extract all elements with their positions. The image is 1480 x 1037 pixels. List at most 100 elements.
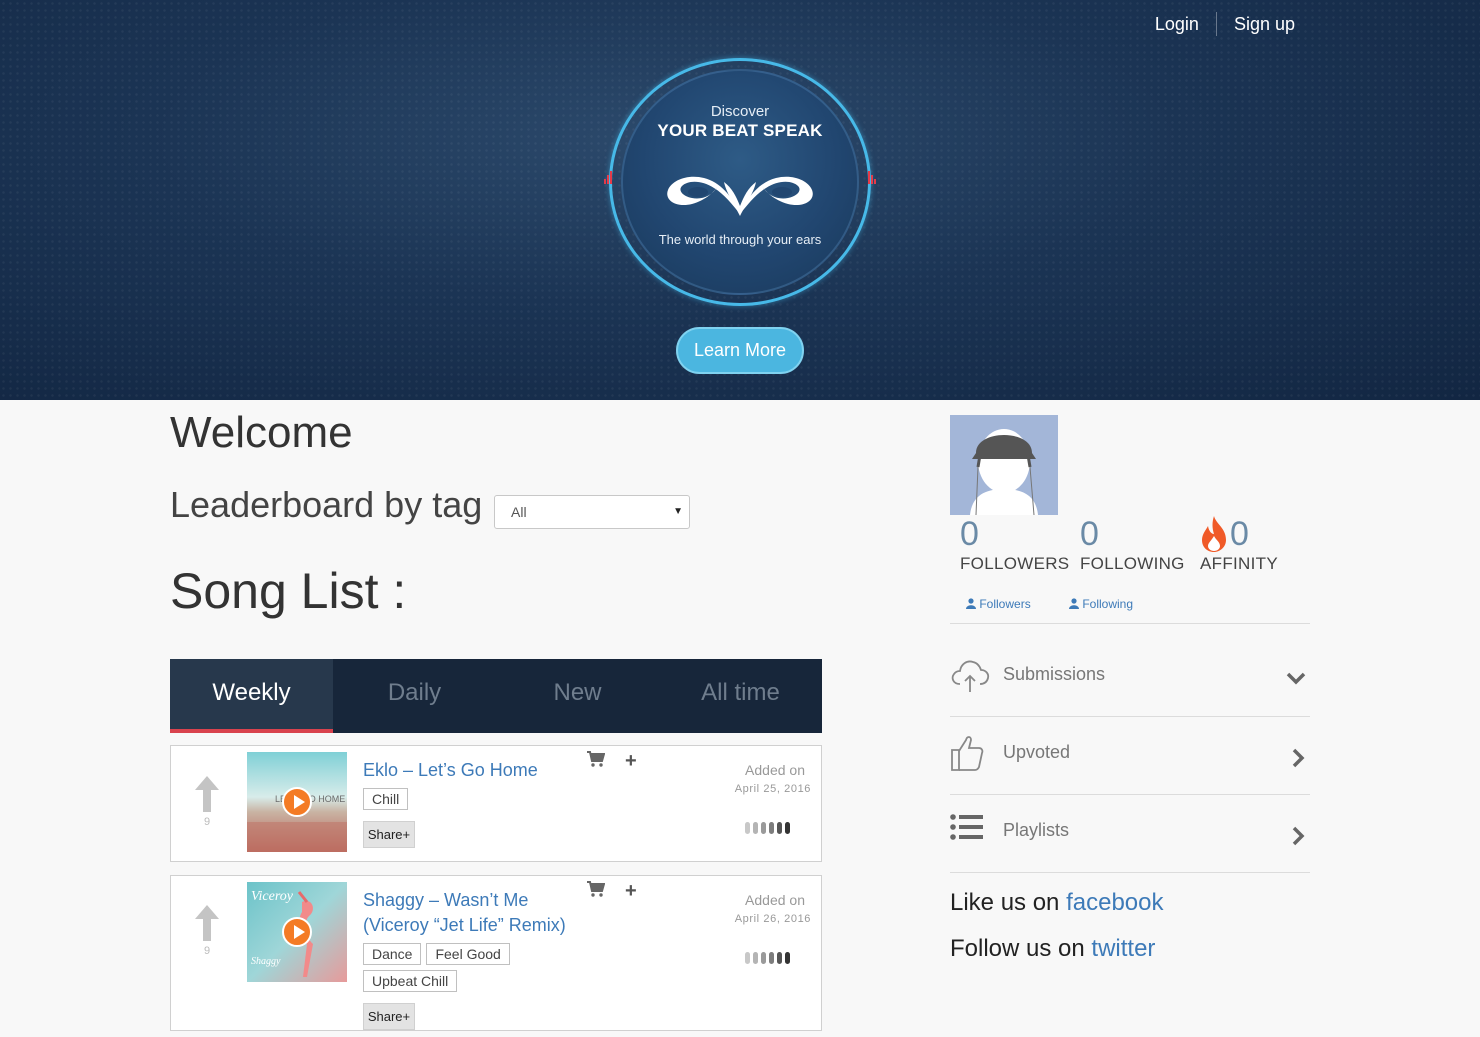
rating-indicator [745, 822, 790, 834]
stat-followers: 0 FOLLOWERS [960, 514, 1069, 574]
following-link[interactable]: Following [1069, 597, 1133, 611]
song-tabs: Weekly Daily New All time [170, 659, 822, 733]
add-to-playlist-icon[interactable]: + [625, 881, 637, 901]
song-title[interactable]: Shaggy – Wasn’t Me (Viceroy “Jet Life” R… [363, 888, 566, 938]
sound-bars-left-icon [604, 170, 614, 184]
list-icon [950, 814, 983, 840]
share-button[interactable]: Share+ [363, 1003, 415, 1030]
affinity-count: 0 [1230, 515, 1249, 553]
song-list-heading: Song List : [170, 563, 407, 619]
chevron-down-icon [1286, 672, 1306, 685]
vote-count: 9 [203, 945, 211, 957]
song-title-line1: Shaggy – Wasn’t Me [363, 890, 529, 910]
hero-banner: Login Sign up Discover YOUR BEAT SPEAK T… [0, 0, 1480, 400]
twitter-line: Follow us on twitter [950, 935, 1155, 963]
upvote-arrow-icon[interactable] [195, 776, 219, 812]
song-card: 9 LET'S GO HOME Eklo – Let’s Go Home Chi… [170, 745, 822, 862]
sound-bars-right-icon [868, 170, 878, 184]
tag-chip[interactable]: Feel Good [426, 943, 510, 965]
followers-count: 0 [960, 515, 979, 553]
badge-brand: YOUR BEAT SPEAK [657, 121, 823, 140]
sidebar-item-upvoted[interactable]: Upvoted [950, 726, 1310, 786]
stat-following: 0 FOLLOWING [1080, 514, 1185, 574]
divider [950, 716, 1310, 717]
facebook-prefix: Like us on [950, 889, 1060, 916]
learn-more-button[interactable]: Learn More [676, 327, 804, 374]
badge-tagline: The world through your ears [658, 232, 822, 247]
submissions-label: Submissions [1003, 664, 1106, 684]
affinity-label: AFFINITY [1200, 554, 1278, 573]
login-link[interactable]: Login [1155, 14, 1199, 35]
cloud-upload-icon [951, 660, 990, 692]
twitter-prefix: Follow us on [950, 935, 1085, 962]
upvote-control: 9 [193, 905, 221, 957]
sidebar-item-playlists[interactable]: Playlists [950, 804, 1310, 864]
cart-icon[interactable] [587, 751, 606, 772]
song-tags: Chill [363, 788, 409, 810]
play-button[interactable] [282, 917, 312, 947]
welcome-heading: Welcome [170, 408, 353, 457]
upvoted-label: Upvoted [1003, 742, 1071, 762]
tag-select-value: All [511, 504, 527, 520]
added-label: Added on [745, 892, 805, 908]
playlists-label: Playlists [1003, 820, 1070, 840]
following-label: FOLLOWING [1080, 554, 1185, 573]
play-button[interactable] [282, 787, 312, 817]
vote-count: 9 [203, 816, 211, 828]
share-button[interactable]: Share+ [363, 821, 415, 848]
song-title[interactable]: Eklo – Let’s Go Home [363, 758, 538, 783]
followers-label: FOLLOWERS [960, 554, 1070, 573]
followers-link-label: Followers [979, 597, 1031, 611]
added-date: April 25, 2016 [734, 783, 811, 795]
svg-text:Viceroy: Viceroy [251, 889, 294, 904]
upvote-arrow-icon[interactable] [195, 905, 219, 941]
rating-indicator [745, 952, 790, 964]
followers-link[interactable]: Followers [966, 597, 1031, 611]
brand-badge: Discover YOUR BEAT SPEAK The world throu… [604, 58, 876, 308]
flame-icon [1202, 516, 1226, 552]
chevron-right-icon [1292, 748, 1305, 768]
facebook-link[interactable]: facebook [1066, 889, 1163, 916]
divider [950, 623, 1310, 624]
song-card: 9 Viceroy Shaggy Shaggy – Wasn’t Me (Vic… [170, 875, 822, 1031]
tab-all-time[interactable]: All time [659, 659, 822, 733]
facebook-line: Like us on facebook [950, 889, 1163, 917]
leaderboard-label: Leaderboard by tag : [170, 484, 503, 525]
chevron-right-icon [1292, 826, 1305, 846]
signup-link[interactable]: Sign up [1234, 14, 1295, 35]
badge-discover: Discover [710, 103, 770, 120]
thumbs-up-icon [951, 736, 984, 771]
tag-chip[interactable]: Chill [363, 788, 409, 810]
ybs-logo-icon [667, 176, 813, 216]
default-avatar-icon [950, 415, 1058, 515]
following-count: 0 [1080, 515, 1099, 553]
sidebar-item-submissions[interactable]: Submissions [950, 648, 1310, 708]
user-icon [1069, 598, 1079, 609]
select-caret-icon: ▼ [673, 506, 683, 517]
tag-chip[interactable]: Dance [363, 943, 422, 965]
user-icon [966, 598, 976, 609]
leaderboard-tag-select[interactable]: All ▼ [494, 495, 690, 529]
twitter-link[interactable]: twitter [1091, 935, 1155, 962]
cart-icon[interactable] [587, 881, 606, 902]
added-date: April 26, 2016 [734, 913, 811, 925]
nav-separator [1215, 12, 1217, 36]
stat-affinity: 0 AFFINITY [1200, 514, 1278, 574]
song-tags: Dance Feel Good Upbeat Chill [363, 943, 533, 992]
album-art: LET'S GO HOME [247, 752, 347, 852]
svg-text:Shaggy: Shaggy [251, 956, 281, 967]
tab-new[interactable]: New [496, 659, 659, 733]
top-nav: Login Sign up [1155, 12, 1295, 36]
affinity-value: 0 [1200, 514, 1278, 554]
tab-daily[interactable]: Daily [333, 659, 496, 733]
added-label: Added on [745, 762, 805, 778]
divider [950, 794, 1310, 795]
song-title-line2: (Viceroy “Jet Life” Remix) [363, 915, 566, 935]
tag-chip[interactable]: Upbeat Chill [363, 970, 458, 992]
divider [950, 872, 1310, 873]
avatar[interactable] [950, 415, 1058, 515]
album-art: Viceroy Shaggy [247, 882, 347, 982]
following-link-label: Following [1082, 597, 1134, 611]
tab-weekly[interactable]: Weekly [170, 659, 333, 733]
add-to-playlist-icon[interactable]: + [625, 751, 637, 771]
